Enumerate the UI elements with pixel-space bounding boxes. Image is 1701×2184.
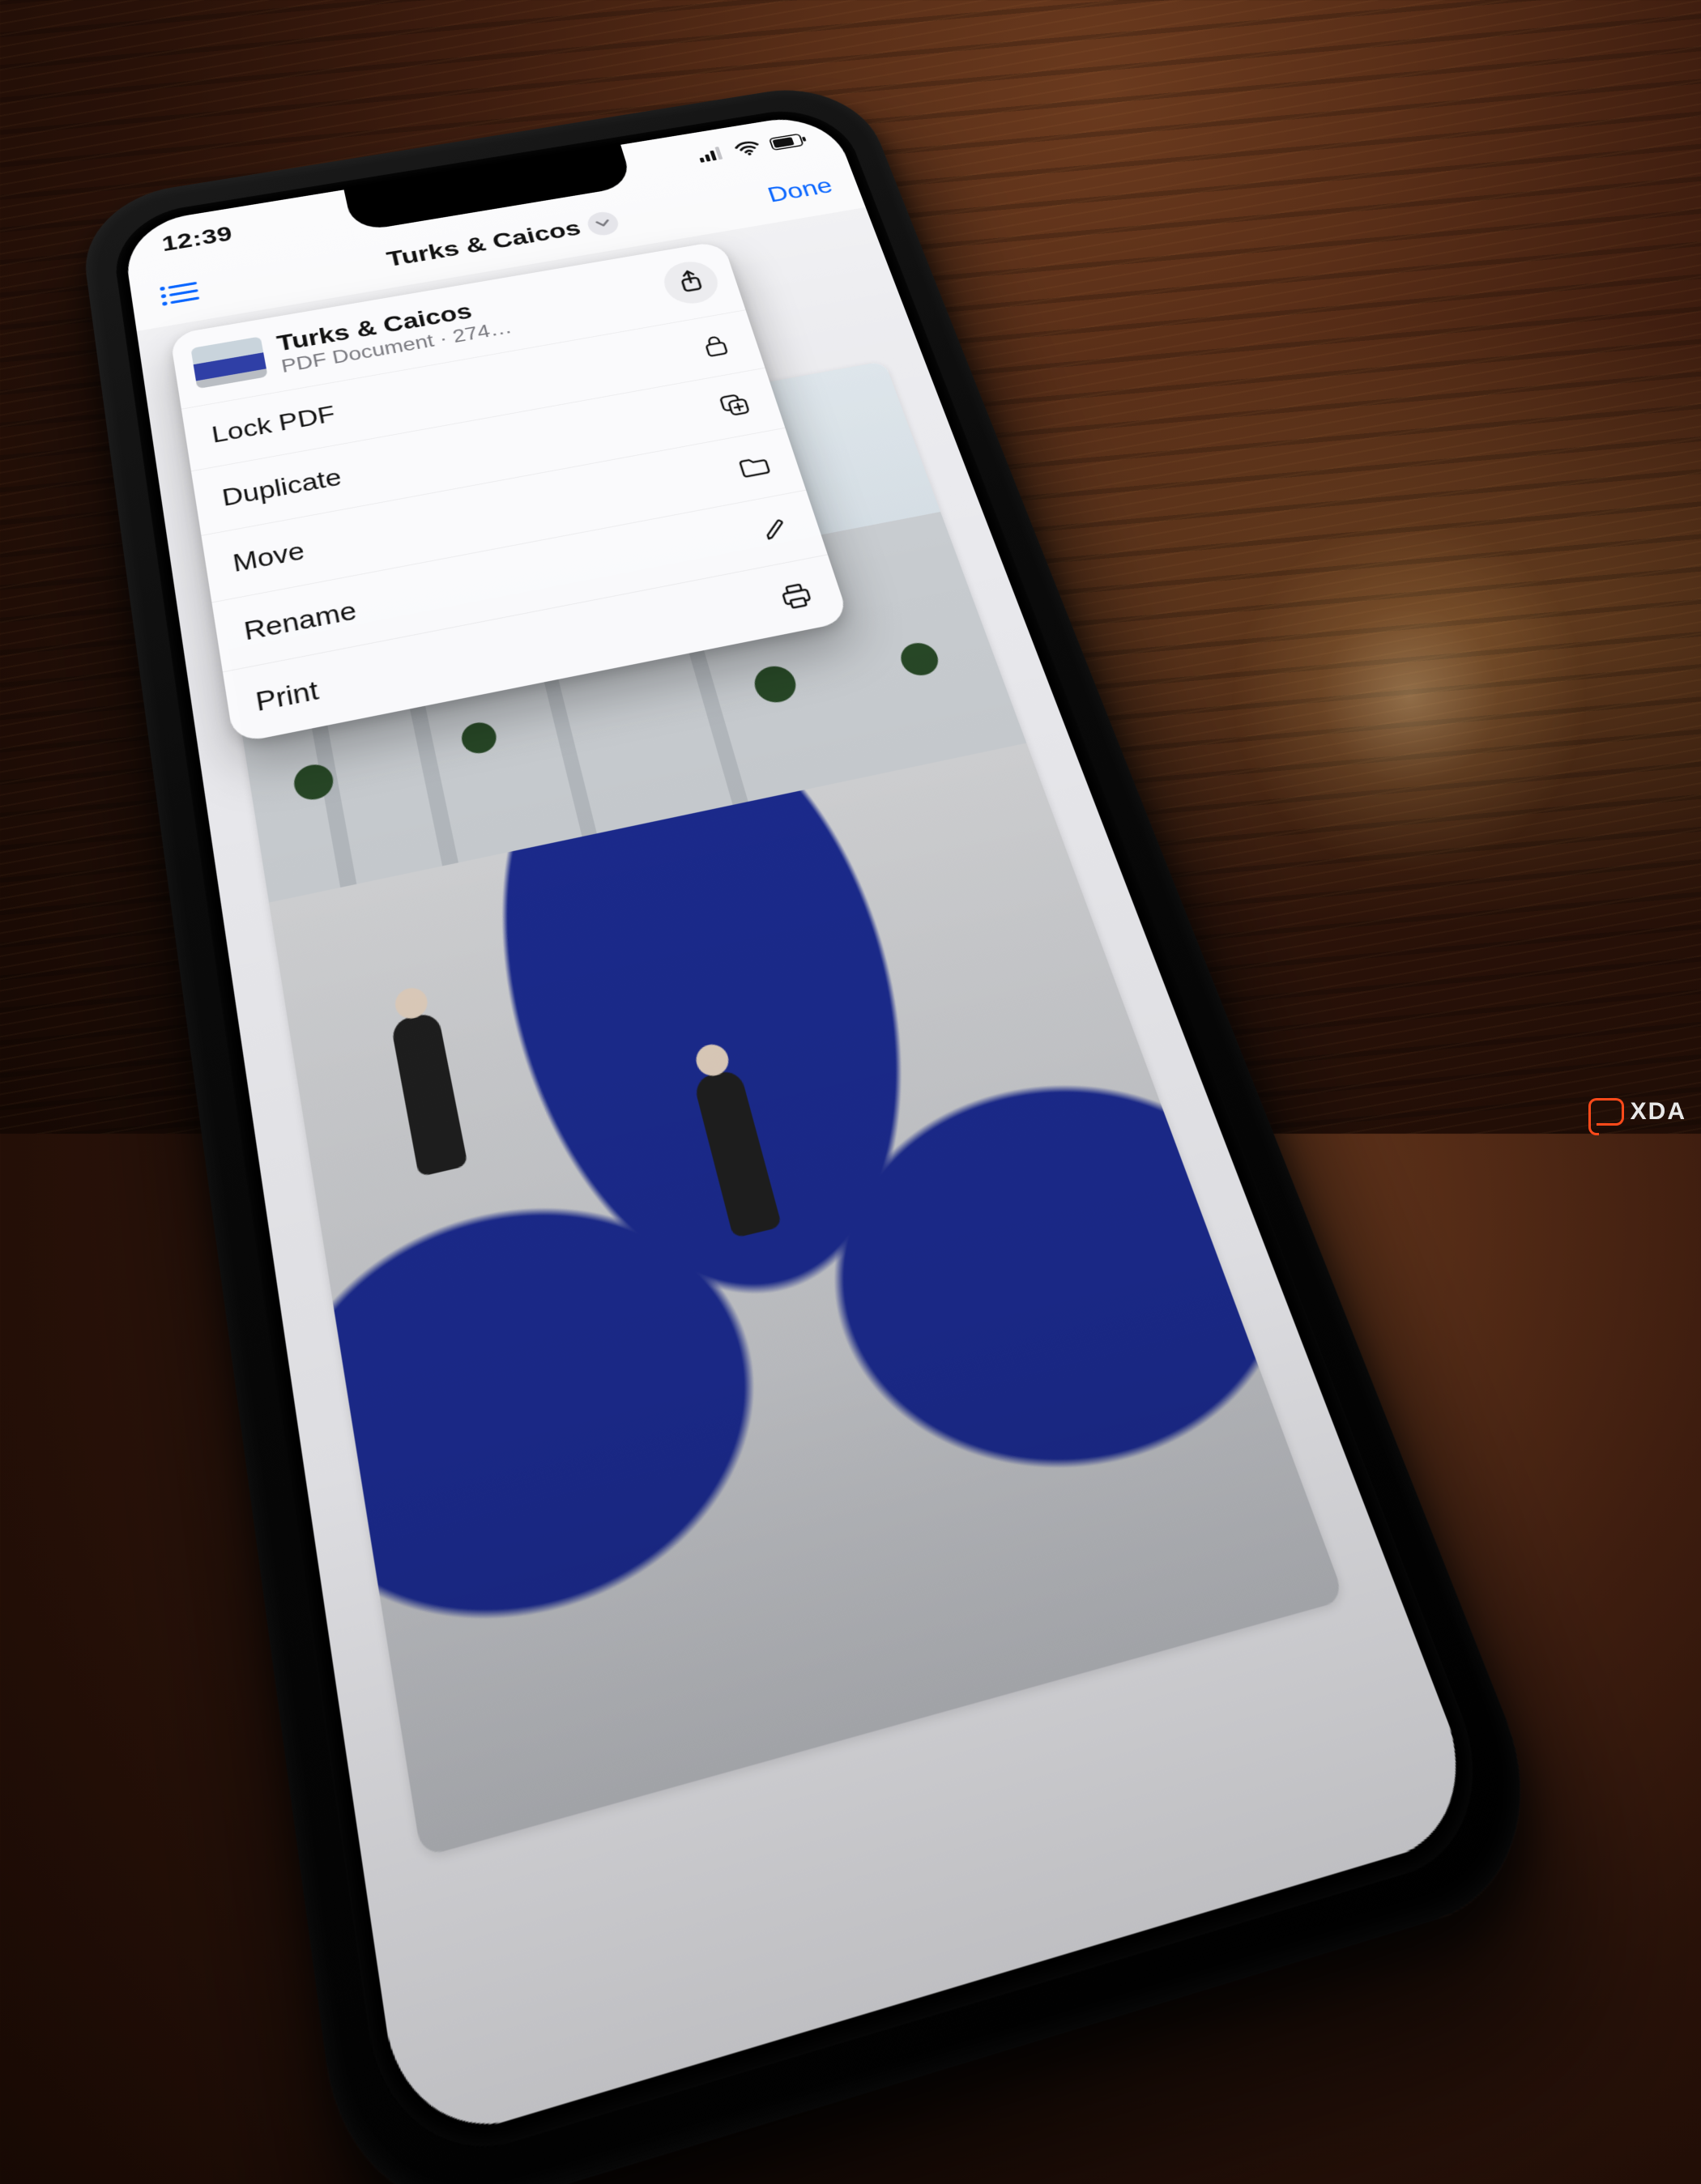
iphone-bezel: 12:39 <box>109 101 1511 2178</box>
printer-icon <box>774 580 819 612</box>
action-label: Duplicate <box>220 463 344 512</box>
done-button[interactable]: Done <box>765 174 836 208</box>
watermark: XDA <box>1597 1098 1686 1126</box>
iphone-screen: 12:39 <box>122 111 1489 2152</box>
folder-icon <box>733 453 776 480</box>
pencil-icon <box>752 515 797 545</box>
status-time: 12:39 <box>160 222 234 257</box>
markup-list-button[interactable] <box>157 279 201 311</box>
action-label: Rename <box>242 596 359 646</box>
duplicate-icon <box>713 390 756 419</box>
xda-logo-icon <box>1597 1098 1624 1126</box>
action-label: Lock PDF <box>210 401 337 449</box>
document-thumbnail <box>190 337 267 390</box>
iphone-body: 12:39 <box>77 78 1570 2184</box>
action-label: Move <box>231 536 307 577</box>
status-indicators <box>697 132 809 164</box>
watermark-text: XDA <box>1631 1098 1686 1126</box>
lock-icon <box>694 331 736 360</box>
action-label: Print <box>254 675 321 717</box>
share-icon <box>676 268 707 297</box>
wifi-icon <box>732 139 762 157</box>
battery-icon <box>769 133 809 151</box>
chevron-down-icon <box>585 210 621 237</box>
photo-scene: 12:39 <box>0 0 1701 1134</box>
share-button[interactable] <box>659 258 723 308</box>
cellular-icon <box>697 146 727 163</box>
